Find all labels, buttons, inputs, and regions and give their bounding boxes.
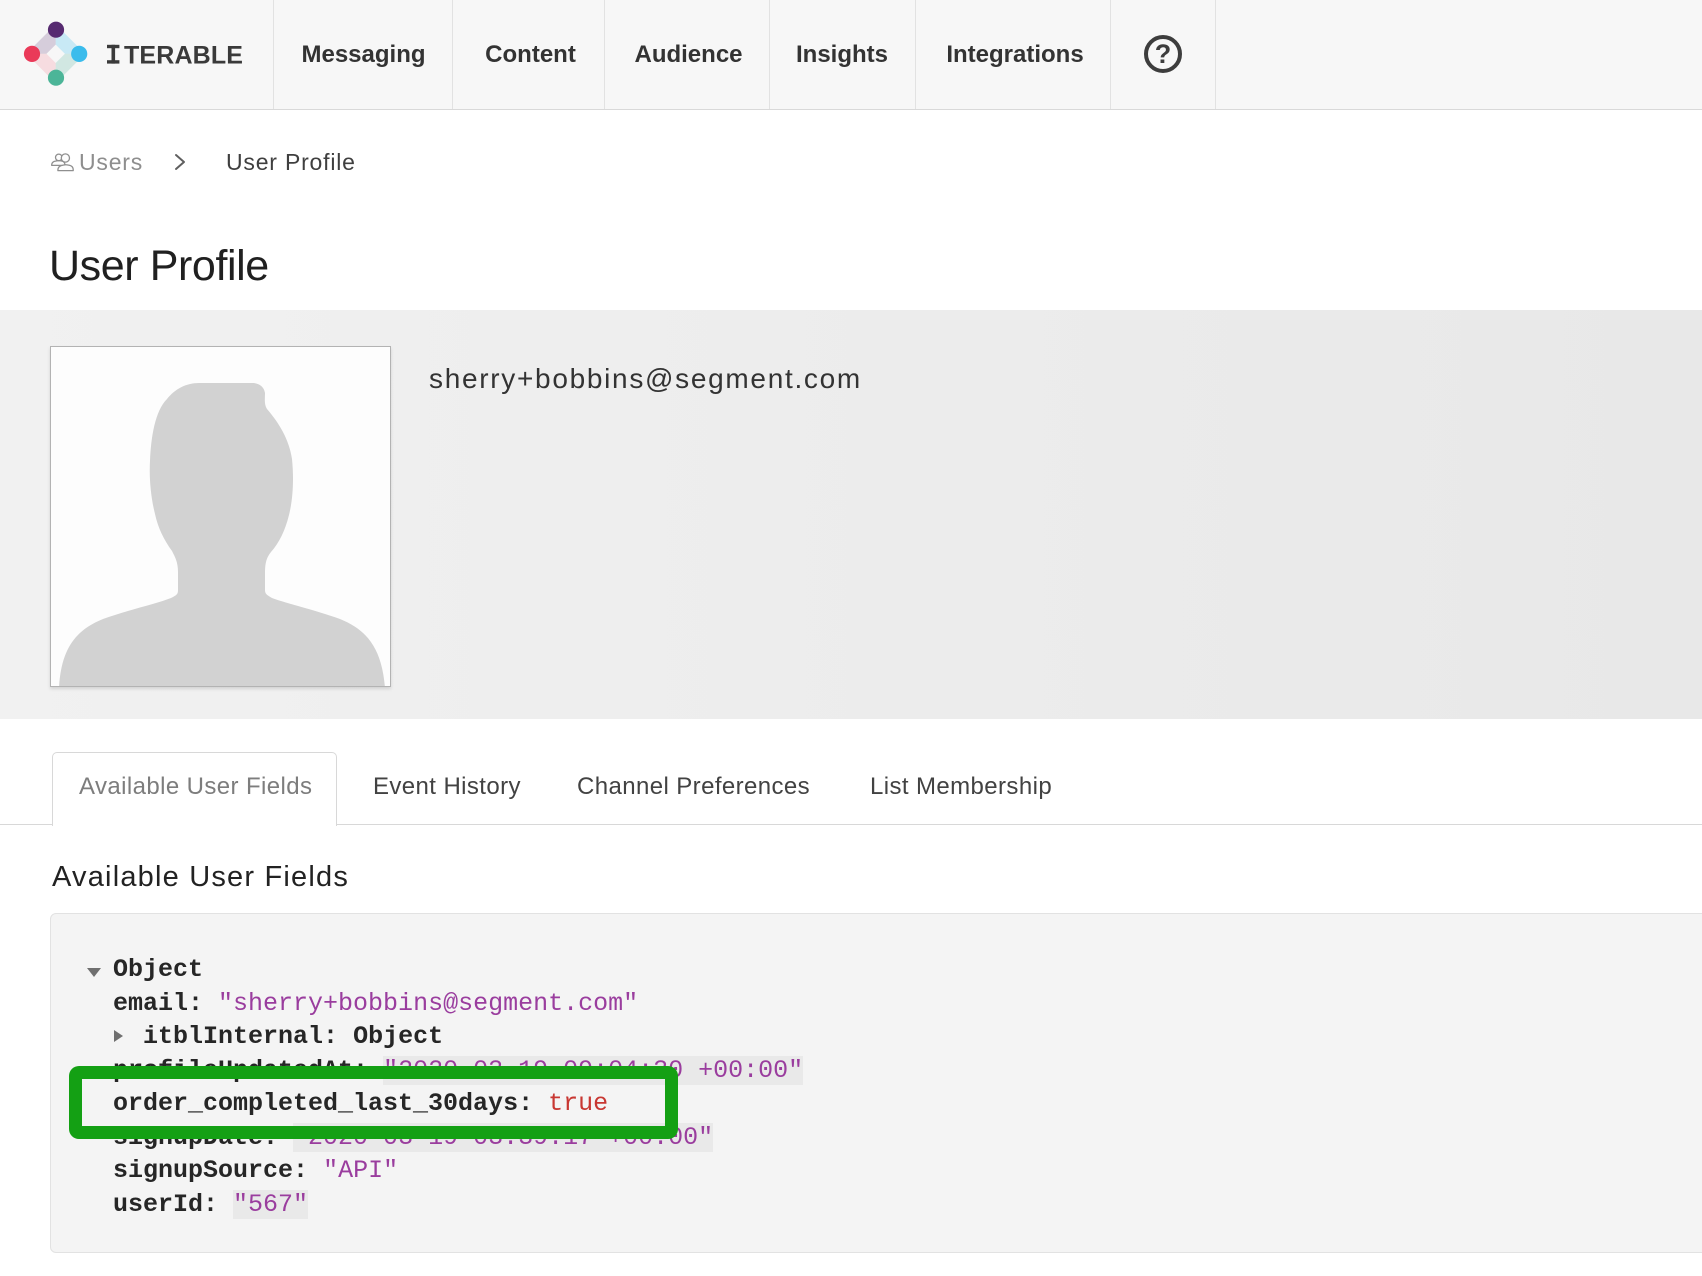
svg-text:TERABLE: TERABLE [124, 42, 243, 70]
